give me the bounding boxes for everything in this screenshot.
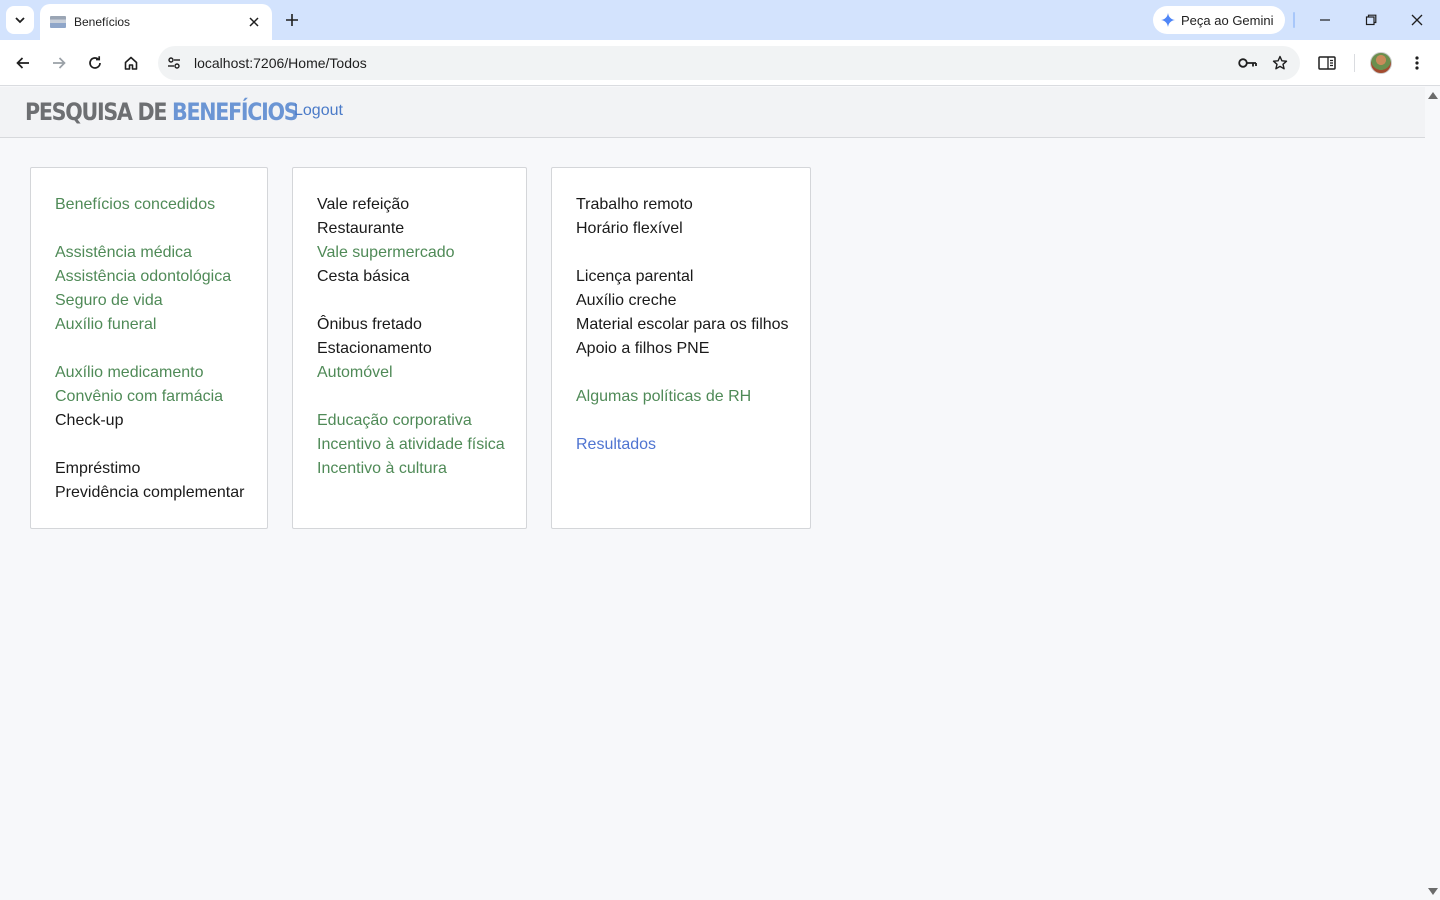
scroll-up-arrow-icon[interactable] (1428, 92, 1438, 99)
tab-title: Benefícios (74, 15, 131, 29)
benefit-link[interactable]: Auxílio funeral (55, 313, 267, 337)
group-spacer (576, 361, 810, 385)
browser-menu-button[interactable] (1403, 49, 1431, 77)
benefit-link[interactable]: Assistência odontológica (55, 265, 267, 289)
back-button[interactable] (9, 49, 37, 77)
benefit-item: Vale refeição (317, 196, 410, 213)
benefit-item: Empréstimo (55, 460, 141, 477)
benefit-link[interactable]: Convênio com farmácia (55, 385, 267, 409)
benefit-item: Check-up (55, 412, 124, 429)
benefits-column-1: Benefícios concedidos Assistência médica A… (30, 167, 268, 529)
minimize-button[interactable] (1313, 8, 1337, 32)
benefit-item: Apoio a filhos PNE (576, 340, 710, 357)
plus-icon (286, 14, 298, 26)
group-spacer (55, 433, 267, 457)
gemini-button[interactable]: Peça ao Gemini (1153, 6, 1285, 34)
reload-button[interactable] (81, 49, 109, 77)
benefit-item: Previdência complementar (55, 484, 245, 501)
benefits-list: Benefícios concedidos Assistência médica A… (55, 193, 267, 505)
bookmark-star-button[interactable] (1268, 51, 1292, 75)
gemini-sparkle-icon (1161, 13, 1175, 27)
toolbar-divider (1354, 54, 1355, 72)
arrow-right-icon (53, 57, 66, 69)
vertical-scrollbar[interactable] (1425, 87, 1440, 900)
benefit-link[interactable]: Educação corporativa (317, 409, 526, 433)
benefit-item: Trabalho remoto (576, 196, 693, 213)
benefit-link[interactable]: Automóvel (317, 361, 526, 385)
group-spacer (55, 337, 267, 361)
close-window-button[interactable] (1405, 8, 1429, 32)
benefit-item: Estacionamento (317, 340, 432, 357)
benefit-link[interactable]: Vale supermercado (317, 241, 526, 265)
minimize-icon (1320, 19, 1330, 21)
benefit-item: Horário flexível (576, 220, 683, 237)
restore-button[interactable] (1359, 8, 1383, 32)
more-vertical-icon (1415, 56, 1419, 70)
home-icon (124, 56, 138, 70)
benefit-link[interactable]: Resultados (576, 433, 810, 457)
benefits-column-2: Vale refeição Restaurante Vale supermercad… (292, 167, 527, 529)
benefits-list: Vale refeição Restaurante Vale supermercad… (317, 193, 526, 481)
reading-mode-button[interactable] (1313, 49, 1341, 77)
scroll-down-arrow-icon[interactable] (1428, 888, 1438, 895)
arrow-left-icon (16, 57, 29, 69)
benefit-item: Material escolar para os filhos (576, 316, 789, 333)
favicon-icon (50, 16, 66, 28)
brand-text-gray: PESQUISA DE (25, 98, 167, 126)
benefit-item: Auxílio creche (576, 292, 677, 309)
benefit-item: Cesta básica (317, 268, 410, 285)
brand-logo[interactable]: PESQUISA DE BENEFÍCIOS (25, 98, 299, 126)
password-key-button[interactable] (1236, 51, 1260, 75)
address-bar[interactable]: localhost:7206/Home/Todos (158, 46, 1300, 80)
benefit-link[interactable]: Incentivo à atividade física (317, 433, 526, 457)
reload-icon (89, 56, 101, 69)
browser-tabstrip: Benefícios Peça ao Gemini (0, 0, 1440, 40)
benefit-link[interactable]: Incentivo à cultura (317, 457, 526, 481)
close-icon (1411, 14, 1423, 26)
benefit-link[interactable]: Algumas políticas de RH (576, 385, 810, 409)
tab-close-button[interactable] (246, 14, 262, 30)
profile-button[interactable] (1367, 49, 1395, 77)
chevron-down-icon (15, 17, 25, 24)
group-spacer (317, 385, 526, 409)
url-text[interactable]: localhost:7206/Home/Todos (194, 55, 1236, 71)
browser-toolbar: localhost:7206/Home/Todos (0, 40, 1440, 86)
key-icon (1238, 58, 1257, 68)
app-navbar: PESQUISA DE BENEFÍCIOS Logout (0, 87, 1425, 138)
benefit-item: Licença parental (576, 268, 694, 285)
restore-icon (1365, 14, 1377, 26)
group-spacer (317, 289, 526, 313)
site-info-icon[interactable] (164, 53, 184, 73)
avatar (1370, 52, 1392, 74)
page-viewport: PESQUISA DE BENEFÍCIOS Logout Benefícios… (0, 87, 1425, 900)
benefit-link[interactable]: Auxílio medicamento (55, 361, 267, 385)
forward-button[interactable] (45, 49, 73, 77)
close-icon (249, 17, 259, 27)
logout-link[interactable]: Logout (294, 102, 343, 120)
tab-search-button[interactable] (6, 6, 34, 34)
home-button[interactable] (117, 49, 145, 77)
benefit-item: Ônibus fretado (317, 316, 422, 333)
benefit-link[interactable]: Seguro de vida (55, 289, 267, 313)
tune-icon (168, 57, 180, 69)
gemini-label: Peça ao Gemini (1181, 12, 1274, 28)
benefit-item: Restaurante (317, 220, 405, 237)
browser-tab-active[interactable]: Benefícios (40, 4, 272, 40)
benefits-list: Trabalho remoto Horário flexível Licença p… (576, 193, 810, 457)
new-tab-button[interactable] (280, 8, 304, 32)
benefits-column-3: Trabalho remoto Horário flexível Licença p… (551, 167, 811, 529)
group-spacer (576, 409, 810, 433)
star-icon (1272, 55, 1288, 70)
group-spacer (55, 217, 267, 241)
benefit-link[interactable]: Assistência médica (55, 241, 267, 265)
brand-text-blue: BENEFÍCIOS (172, 98, 299, 126)
tabstrip-divider (1293, 12, 1295, 28)
reading-mode-icon (1318, 56, 1336, 70)
benefit-link[interactable]: Benefícios concedidos (55, 193, 267, 217)
group-spacer (576, 241, 810, 265)
